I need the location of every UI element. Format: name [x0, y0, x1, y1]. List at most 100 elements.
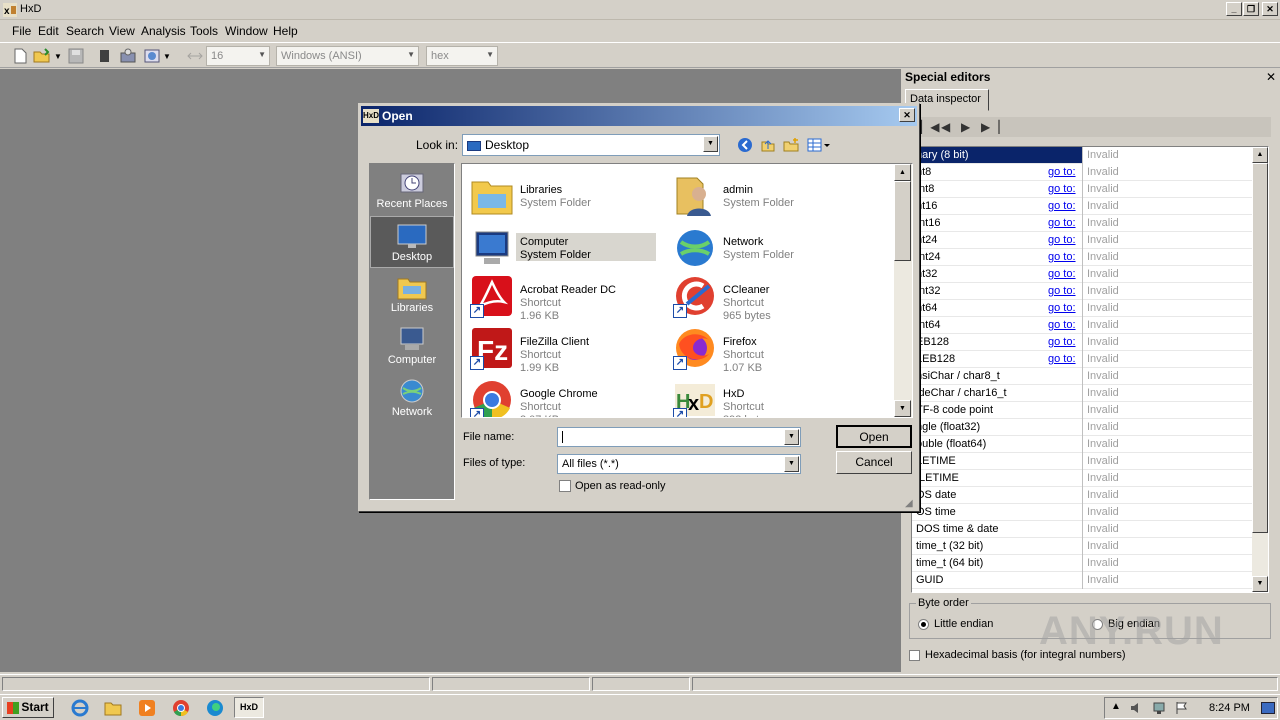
edge-icon[interactable] — [206, 699, 224, 720]
file-item-firefox[interactable]: ↗ Firefox Shortcut 1.07 KB — [669, 320, 865, 374]
inspector-row-value[interactable]: Invalid — [1082, 504, 1252, 521]
look-in-dropdown-icon[interactable]: ▼ — [703, 136, 718, 152]
inspector-row-value[interactable]: Invalid — [1082, 317, 1252, 334]
inspector-row-value[interactable]: Invalid — [1082, 521, 1252, 538]
inspector-row-value[interactable]: Invalid — [1082, 249, 1252, 266]
inspector-row[interactable]: OS time Invalid — [912, 504, 1252, 521]
inspector-row[interactable]: nt64 go to: Invalid — [912, 300, 1252, 317]
minimize-button[interactable]: _ — [1226, 2, 1242, 16]
start-button[interactable]: Start — [2, 697, 54, 718]
inspector-row-value[interactable]: Invalid — [1082, 334, 1252, 351]
go-to-link[interactable]: go to: — [1048, 268, 1076, 280]
place-recent-places[interactable]: Recent Places — [370, 164, 454, 216]
menu-analysis[interactable]: Analysis — [141, 24, 186, 38]
inspector-row[interactable]: nt32 go to: Invalid — [912, 266, 1252, 283]
open-disk-icon[interactable] — [119, 47, 137, 65]
inspector-row[interactable]: EB128 go to: Invalid — [912, 334, 1252, 351]
scroll-thumb[interactable] — [1252, 163, 1268, 533]
go-to-link[interactable]: go to: — [1048, 353, 1076, 365]
inspector-row[interactable]: Int24 go to: Invalid — [912, 249, 1252, 266]
inspector-row-value[interactable]: Invalid — [1082, 402, 1252, 419]
window-titlebar[interactable]: x HxD _ ❐ ✕ — [0, 0, 1280, 20]
inspector-row[interactable]: ILETIME Invalid — [912, 470, 1252, 487]
file-name-input[interactable]: ▼ — [557, 427, 801, 447]
inspector-row[interactable]: Int64 go to: Invalid — [912, 317, 1252, 334]
look-in-select[interactable]: Desktop ▼ — [462, 134, 720, 156]
dialog-titlebar[interactable]: HxD Open ✕ — [361, 106, 917, 126]
place-libraries[interactable]: Libraries — [370, 268, 454, 320]
inspector-row-value[interactable]: Invalid — [1082, 351, 1252, 368]
media-player-icon[interactable] — [138, 699, 156, 720]
inspector-row[interactable]: LEB128 go to: Invalid — [912, 351, 1252, 368]
inspector-row[interactable]: DOS time & date Invalid — [912, 521, 1252, 538]
inspector-row-value[interactable]: Invalid — [1082, 147, 1252, 164]
open-button[interactable]: Open — [836, 425, 912, 448]
file-item-computer[interactable]: Computer System Folder — [466, 220, 662, 268]
inspector-row[interactable]: OS date Invalid — [912, 487, 1252, 504]
inspector-row[interactable]: nary (8 bit) Invalid — [912, 147, 1252, 164]
inspector-row[interactable]: Int8 go to: Invalid — [912, 181, 1252, 198]
inspector-row[interactable]: time_t (64 bit) Invalid — [912, 555, 1252, 572]
show-hidden-icons-icon[interactable]: ▲ — [1111, 701, 1121, 712]
inspector-row-value[interactable]: Invalid — [1082, 572, 1252, 589]
menu-help[interactable]: Help — [273, 24, 298, 38]
inspector-row-value[interactable]: Invalid — [1082, 436, 1252, 453]
inspector-row-value[interactable]: Invalid — [1082, 385, 1252, 402]
inspector-row-value[interactable]: Invalid — [1082, 215, 1252, 232]
save-icon[interactable] — [67, 47, 85, 65]
explorer-icon[interactable] — [104, 699, 122, 720]
inspector-row[interactable]: nsiChar / char8_t Invalid — [912, 368, 1252, 385]
inspector-row-value[interactable]: Invalid — [1082, 283, 1252, 300]
read-only-checkbox[interactable] — [559, 480, 571, 492]
new-folder-icon[interactable] — [783, 137, 799, 156]
go-to-link[interactable]: go to: — [1048, 251, 1076, 263]
place-computer[interactable]: Computer — [370, 320, 454, 372]
go-to-link[interactable]: go to: — [1048, 285, 1076, 297]
inspector-row[interactable]: ouble (float64) Invalid — [912, 436, 1252, 453]
new-file-icon[interactable] — [11, 47, 29, 65]
special-editors-close-icon[interactable]: ✕ — [1266, 70, 1276, 84]
ram-dropdown-arrow[interactable]: ▼ — [163, 52, 171, 61]
go-to-link[interactable]: go to: — [1048, 166, 1076, 178]
file-item-ccleaner[interactable]: ↗ CCleaner Shortcut 965 bytes — [669, 268, 865, 322]
volume-icon[interactable] — [1129, 701, 1143, 715]
menu-search[interactable]: Search — [66, 24, 104, 38]
go-to-link[interactable]: go to: — [1048, 217, 1076, 229]
cancel-button[interactable]: Cancel — [836, 451, 912, 474]
go-to-link[interactable]: go to: — [1048, 234, 1076, 246]
network-tray-icon[interactable] — [1153, 701, 1167, 715]
file-scroll-thumb[interactable] — [894, 181, 911, 261]
inspector-row-value[interactable]: Invalid — [1082, 181, 1252, 198]
go-to-link[interactable]: go to: — [1048, 302, 1076, 314]
taskbar-app-hxd[interactable]: HxD — [234, 697, 264, 718]
open-ram-icon[interactable] — [143, 47, 161, 65]
open-file-icon[interactable] — [33, 47, 51, 65]
file-list[interactable]: Libraries System Folder admin System Folder… — [461, 163, 913, 418]
file-item-libraries[interactable]: Libraries System Folder — [466, 168, 662, 216]
dialog-close-button[interactable]: ✕ — [899, 108, 915, 122]
files-of-type-dropdown-icon[interactable]: ▼ — [784, 456, 799, 472]
file-scroll-up-icon[interactable]: ▲ — [894, 164, 911, 181]
menu-tools[interactable]: Tools — [190, 24, 218, 38]
next-icon[interactable]: ▶ — [961, 120, 970, 134]
back-icon[interactable] — [737, 137, 753, 156]
file-item-filezilla-client[interactable]: Fz ↗ FileZilla Client Shortcut 1.99 KB — [466, 320, 662, 374]
files-of-type-select[interactable]: All files (*.*) ▼ — [557, 454, 801, 474]
close-file-icon[interactable] — [96, 47, 114, 65]
close-button[interactable]: ✕ — [1262, 2, 1278, 16]
inspector-row[interactable]: Int32 go to: Invalid — [912, 283, 1252, 300]
inspector-row[interactable]: nt24 go to: Invalid — [912, 232, 1252, 249]
inspector-row[interactable]: Int16 go to: Invalid — [912, 215, 1252, 232]
inspector-row-value[interactable]: Invalid — [1082, 300, 1252, 317]
view-menu-icon[interactable] — [807, 137, 831, 156]
action-center-flag-icon[interactable] — [1175, 701, 1189, 715]
open-dropdown-arrow[interactable]: ▼ — [54, 52, 62, 61]
file-scroll-down-icon[interactable]: ▼ — [894, 400, 911, 417]
inspector-row[interactable]: nt16 go to: Invalid — [912, 198, 1252, 215]
inspector-row-value[interactable]: Invalid — [1082, 538, 1252, 555]
file-name-dropdown-icon[interactable]: ▼ — [784, 429, 799, 445]
inspector-row[interactable]: nt8 go to: Invalid — [912, 164, 1252, 181]
go-to-link[interactable]: go to: — [1048, 183, 1076, 195]
scroll-down-icon[interactable]: ▼ — [1252, 576, 1268, 592]
inspector-row[interactable]: ngle (float32) Invalid — [912, 419, 1252, 436]
